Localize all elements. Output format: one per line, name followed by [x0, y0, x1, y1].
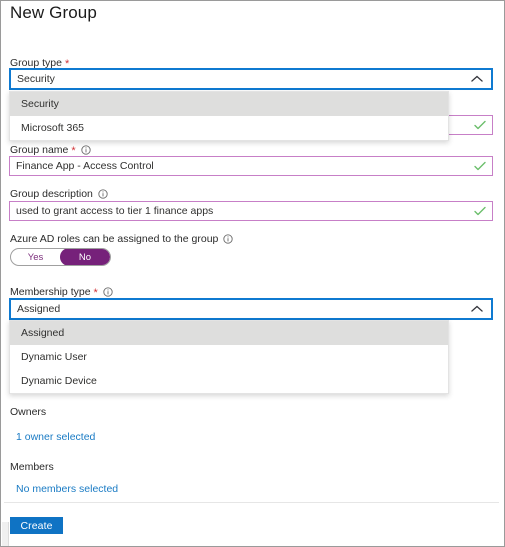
membership-type-option-assigned[interactable]: Assigned — [10, 321, 448, 345]
azure-ad-roles-toggle-yes[interactable]: Yes — [11, 249, 60, 265]
scrollbar-stub[interactable] — [2, 522, 9, 546]
group-description-value: used to grant access to tier 1 finance a… — [16, 205, 214, 217]
owners-selected-link[interactable]: 1 owner selected — [16, 431, 95, 443]
membership-type-dropdown[interactable]: Assigned Dynamic User Dynamic Device — [9, 320, 449, 394]
green-check-icon — [472, 159, 488, 173]
info-circle-icon[interactable] — [98, 189, 108, 199]
members-heading: Members — [10, 461, 54, 473]
info-circle-icon[interactable] — [103, 287, 113, 297]
chevron-up-icon[interactable] — [467, 72, 487, 86]
create-button[interactable]: Create — [10, 517, 63, 534]
members-selected-link[interactable]: No members selected — [16, 483, 118, 495]
page-title: New Group — [10, 3, 97, 22]
azure-ad-roles-label-text: Azure AD roles can be assigned to the gr… — [10, 233, 219, 245]
azure-ad-roles-toggle-no[interactable]: No — [60, 249, 110, 265]
new-group-panel: New Group Group type * Security Security… — [0, 0, 505, 547]
group-description-label: Group description — [10, 188, 108, 200]
membership-type-combobox[interactable]: Assigned — [9, 298, 493, 320]
required-asterisk-icon: * — [93, 286, 98, 299]
group-description-label-text: Group description — [10, 188, 93, 200]
group-type-option-microsoft-365[interactable]: Microsoft 365 — [10, 116, 448, 140]
group-type-dropdown[interactable]: Security Microsoft 365 — [9, 91, 449, 141]
group-type-combobox[interactable]: Security — [9, 68, 493, 90]
green-check-icon — [472, 204, 488, 218]
group-type-value: Security — [17, 73, 55, 85]
azure-ad-roles-toggle[interactable]: Yes No — [10, 248, 111, 266]
green-check-icon — [472, 118, 488, 132]
group-name-label: Group name * — [10, 144, 91, 156]
info-circle-icon[interactable] — [223, 234, 234, 244]
chevron-up-icon[interactable] — [467, 302, 487, 316]
membership-type-label-text: Membership type — [10, 286, 91, 298]
membership-type-option-dynamic-user[interactable]: Dynamic User — [10, 345, 448, 369]
membership-type-label: Membership type * — [10, 286, 113, 298]
membership-type-option-dynamic-device[interactable]: Dynamic Device — [10, 369, 448, 393]
group-name-value: Finance App - Access Control — [16, 160, 154, 172]
occluded-validated-input[interactable] — [445, 115, 493, 135]
footer-divider — [4, 502, 499, 503]
group-name-input[interactable]: Finance App - Access Control — [9, 156, 493, 176]
owners-heading: Owners — [10, 406, 47, 418]
group-type-option-security[interactable]: Security — [10, 92, 448, 116]
membership-type-value: Assigned — [17, 303, 61, 315]
azure-ad-roles-label: Azure AD roles can be assigned to the gr… — [10, 233, 234, 245]
group-name-label-text: Group name — [10, 144, 69, 156]
group-description-input[interactable]: used to grant access to tier 1 finance a… — [9, 201, 493, 221]
info-circle-icon[interactable] — [81, 145, 91, 155]
required-asterisk-icon: * — [71, 144, 76, 157]
